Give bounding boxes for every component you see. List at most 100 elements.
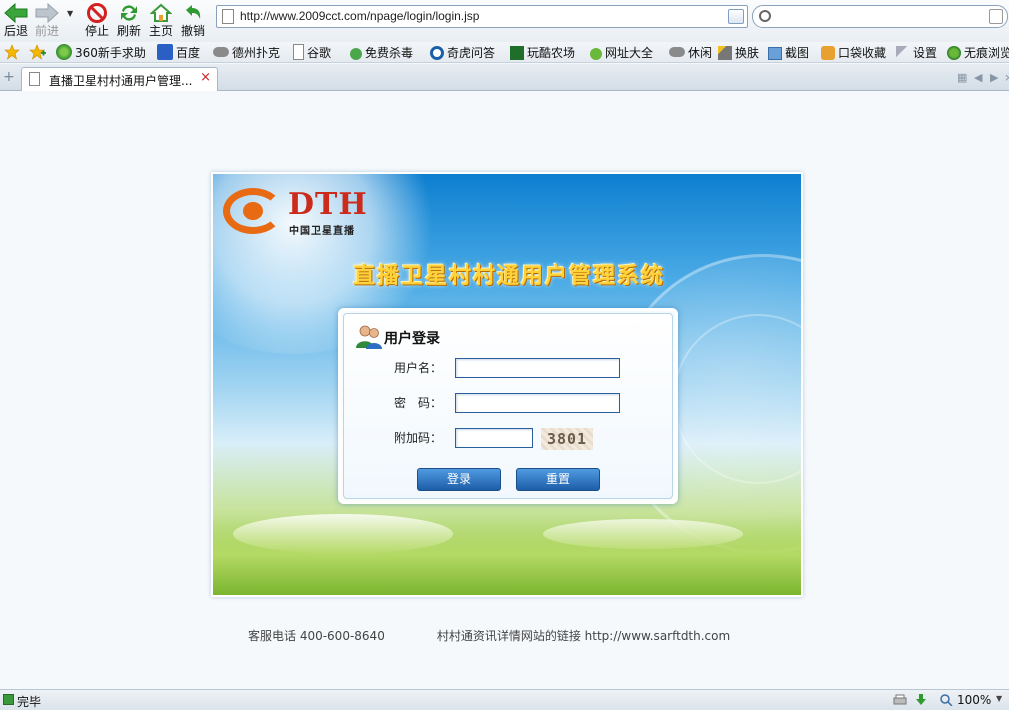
forward-button[interactable]: 前进 <box>31 0 63 42</box>
add-favorite-icon[interactable] <box>29 44 47 62</box>
login-panel: 用户登录 用户名： 密 码： 附加码： 3801 登录 重置 <box>338 308 678 504</box>
logo-subtitle: 中国卫星直播 <box>289 226 355 237</box>
history-dropdown-icon[interactable]: ▼ <box>67 9 73 18</box>
undo-icon <box>177 0 209 24</box>
search-icon <box>759 10 771 22</box>
back-arrow-icon <box>0 0 32 24</box>
captcha-field[interactable] <box>455 428 533 448</box>
back-label: 后退 <box>3 24 28 38</box>
stop-label: 停止 <box>84 24 109 38</box>
favorite-item[interactable]: 玩酷农场 <box>510 44 575 62</box>
page-footer: 客服电话 400-600-8640 村村通资讯详情网站的链接 http://www… <box>248 627 782 644</box>
favorite-item[interactable]: 设置 <box>896 44 937 62</box>
address-bar[interactable]: http://www.2009cct.com/npage/login/login… <box>216 5 748 28</box>
plus-icon <box>590 48 602 60</box>
status-bar: 完毕 100% ▼ <box>0 689 1009 710</box>
page-icon <box>222 9 234 24</box>
favorite-item[interactable]: 网址大全 <box>590 44 653 62</box>
tab-active[interactable]: 直播卫星村村通用户管理... × <box>21 67 218 91</box>
ie-icon <box>56 44 72 60</box>
address-url[interactable]: http://www.2009cct.com/npage/login/login… <box>240 9 479 23</box>
login-title: 用户登录 <box>384 331 440 347</box>
tab-scroll-left-icon[interactable]: ◀ <box>974 71 982 84</box>
printer-icon[interactable] <box>893 694 907 706</box>
password-field[interactable] <box>455 393 620 413</box>
reset-button[interactable]: 重置 <box>516 468 600 491</box>
tab-scroll-right-icon[interactable]: ▶ <box>990 71 998 84</box>
home-button[interactable]: 主页 <box>145 0 177 42</box>
close-tab-icon[interactable]: × <box>200 70 211 85</box>
stop-button[interactable]: 停止 <box>81 0 113 42</box>
antivirus-icon <box>350 48 362 60</box>
login-banner: DTH 中国卫星直播 直播卫星村村通用户管理系统 用户登录 用户名： 密 码： <box>211 172 803 597</box>
favorite-item[interactable]: 休闲 <box>669 44 712 62</box>
home-label: 主页 <box>148 24 173 38</box>
captcha-image[interactable]: 3801 <box>541 428 593 450</box>
tab-bar: + 直播卫星村村通用户管理... × ▦ ◀ ▶ × <box>0 64 1009 91</box>
qihoo-icon <box>430 46 444 60</box>
username-label: 用户名： <box>394 361 443 375</box>
users-icon <box>355 324 383 350</box>
service-hotline: 客服电话 400-600-8640 <box>248 629 385 643</box>
favorite-item[interactable]: 换肤 <box>718 44 759 62</box>
incognito-icon <box>947 46 961 60</box>
refresh-icon <box>113 0 145 24</box>
favorite-item[interactable]: 截图 <box>768 44 809 62</box>
wand-icon <box>718 46 732 60</box>
info-site-link[interactable]: 村村通资讯详情网站的链接 http://www.sarftdth.com <box>437 629 730 643</box>
page-viewport: DTH 中国卫星直播 直播卫星村村通用户管理系统 用户登录 用户名： 密 码： <box>0 91 1009 689</box>
captcha-label: 附加码： <box>394 431 443 445</box>
page-icon <box>293 44 304 60</box>
login-button[interactable]: 登录 <box>417 468 501 491</box>
search-box[interactable] <box>752 5 1008 28</box>
favorite-item[interactable]: 谷歌 <box>293 44 331 62</box>
undo-label: 撤销 <box>180 24 205 38</box>
wrench-icon <box>896 46 910 60</box>
me-icon <box>510 46 524 60</box>
forward-arrow-icon <box>31 0 63 24</box>
screenshot-icon <box>768 47 782 60</box>
search-submit-button[interactable] <box>989 9 1003 24</box>
favorite-item[interactable]: 奇虎问答 <box>430 44 495 62</box>
gamepad-icon <box>669 47 685 57</box>
forward-label: 前进 <box>34 24 59 38</box>
password-label: 密 码： <box>394 396 443 410</box>
new-tab-icon[interactable]: + <box>3 70 15 84</box>
grass-field-graphic <box>213 515 801 595</box>
favorite-item[interactable]: 口袋收藏 <box>821 44 886 62</box>
tab-title: 直播卫星村村通用户管理... <box>49 74 193 88</box>
undo-button[interactable]: 撤销 <box>177 0 209 42</box>
zoom-level[interactable]: 100% <box>957 693 991 707</box>
go-button[interactable] <box>728 9 744 24</box>
favorite-item[interactable]: 德州扑克 <box>213 44 280 62</box>
favorite-item[interactable]: 免费杀毒 <box>350 44 413 62</box>
logo-dot-icon <box>243 202 263 220</box>
login-panel-inner: 用户登录 用户名： 密 码： 附加码： 3801 登录 重置 <box>343 313 673 499</box>
favorite-item[interactable]: 百度 <box>157 44 200 62</box>
browser-toolbar: 后退 前进 ▼ 停止 刷新 主页 撤销 http://www.2009cct.c… <box>0 0 1009 42</box>
favorite-item[interactable]: 360新手求助 <box>56 44 146 62</box>
zoom-dropdown-icon[interactable]: ▼ <box>996 694 1009 706</box>
download-icon[interactable] <box>914 694 928 706</box>
logo-brand: DTH <box>288 187 368 222</box>
tab-list-icon[interactable]: ▦ <box>957 71 967 84</box>
tab-close-all-icon[interactable]: × <box>1004 71 1009 84</box>
favorite-item[interactable]: 无痕浏览 <box>947 44 1009 62</box>
gamepad-icon <box>213 47 229 57</box>
pocket-icon <box>821 46 835 60</box>
stop-icon <box>81 0 113 24</box>
baidu-icon <box>157 44 173 60</box>
favorites-star-icon[interactable] <box>4 44 20 62</box>
home-icon <box>145 0 177 24</box>
system-title: 直播卫星村村通用户管理系统 <box>352 264 665 289</box>
back-button[interactable]: 后退 <box>0 0 32 42</box>
zoom-icon[interactable] <box>939 694 953 707</box>
username-field[interactable] <box>455 358 620 378</box>
status-text: 完毕 <box>17 695 42 709</box>
page-done-icon <box>3 694 14 705</box>
refresh-button[interactable]: 刷新 <box>113 0 145 42</box>
favorites-bar: 360新手求助 百度 德州扑克 谷歌 免费杀毒 奇虎问答 玩酷农场 网址大全 休… <box>0 42 1009 63</box>
refresh-label: 刷新 <box>116 24 141 38</box>
page-icon <box>29 72 40 86</box>
dth-logo: DTH 中国卫星直播 <box>223 188 383 238</box>
